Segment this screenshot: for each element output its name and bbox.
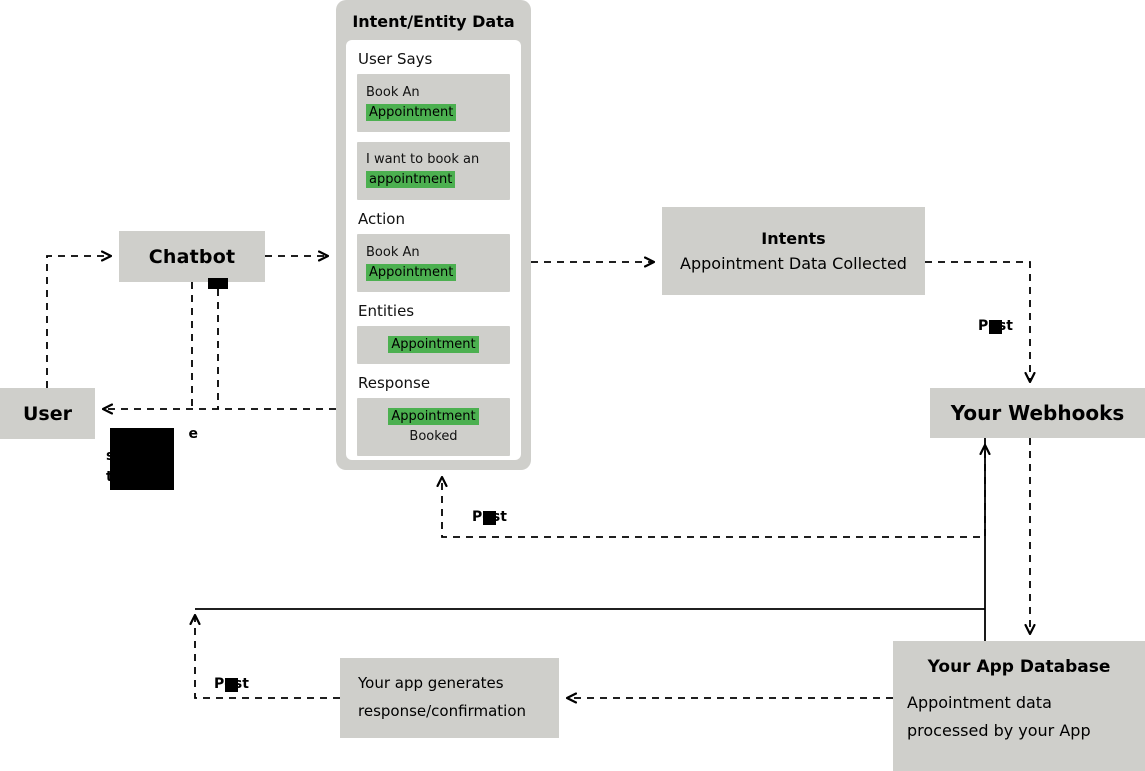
chip-entity-highlight: Appointment — [366, 263, 457, 281]
panel-intent-entity-data[interactable]: Intent/Entity Data User Says Book An App… — [336, 0, 531, 470]
chip-text-pre: Book An — [366, 244, 420, 260]
node-intents[interactable]: Intents Appointment Data Collected — [662, 207, 925, 295]
node-app-generates-line2: response/confirmation — [358, 702, 527, 720]
node-chatbot-title: Chatbot — [148, 245, 236, 268]
node-intents-title: Intents — [761, 229, 826, 248]
chip-user-says-1[interactable]: Book An Appointment — [357, 74, 510, 133]
chip-entity-highlight: appointment — [366, 171, 456, 189]
chip-text-pre: Book An — [366, 85, 420, 100]
node-app-generates-line1: Your app generates — [358, 674, 504, 693]
section-label-user-says: User Says — [358, 50, 433, 68]
chip-text-post: Booked — [409, 429, 458, 445]
node-chatbot[interactable]: Chatbot — [119, 231, 265, 282]
panel-intent-entity-data-body: User Says Book An Appointment I want to … — [346, 40, 521, 460]
section-label-action: Action — [358, 209, 405, 228]
redaction-block-note — [110, 428, 174, 490]
chip-user-says-2[interactable]: I want to book an appointment — [357, 142, 510, 200]
redaction-block-chatbot-edge — [208, 278, 228, 289]
node-user-title: User — [23, 402, 72, 425]
chip-entity-highlight: Appointment — [366, 104, 457, 122]
node-your-app-database[interactable]: Your App Database Appointment data proce… — [893, 641, 1145, 771]
node-intents-subtitle: Appointment Data Collected — [680, 254, 907, 273]
chip-entity-highlight: Appointment — [388, 335, 479, 353]
chip-action-1[interactable]: Book An Appointment — [357, 233, 510, 292]
redaction-mark — [989, 320, 1002, 334]
redaction-mark — [225, 678, 238, 692]
edge-label-post-webhooks: Post — [978, 318, 1013, 334]
section-label-entities: Entities — [358, 301, 415, 320]
node-app-generates-response[interactable]: Your app generates response/confirmation — [340, 658, 559, 738]
node-your-webhooks-title: Your Webhooks — [950, 401, 1125, 425]
node-your-app-database-subtitle: Appointment data processed by your App — [907, 693, 1091, 740]
edge-user-to-chatbot — [46, 256, 110, 388]
panel-intent-entity-data-title: Intent/Entity Data — [352, 12, 515, 31]
edge-label-post-bottom-left: Post — [214, 676, 249, 692]
node-your-webhooks[interactable]: Your Webhooks — [930, 388, 1145, 438]
section-label-response: Response — [358, 373, 431, 392]
node-user[interactable]: User — [0, 388, 95, 439]
chip-entities-1[interactable]: Appointment — [357, 325, 510, 364]
chip-text-pre: I want to book an — [366, 152, 480, 168]
node-your-app-database-title: Your App Database — [927, 657, 1111, 677]
edge-label-post-intent-panel: Post — [472, 509, 507, 525]
redaction-mark — [483, 511, 496, 525]
diagram-canvas: Chatbot User Intents Appointment Data Co… — [0, 0, 1145, 771]
chip-response-1[interactable]: Appointment Booked — [357, 397, 510, 457]
chip-entity-highlight: Appointment — [388, 407, 479, 425]
